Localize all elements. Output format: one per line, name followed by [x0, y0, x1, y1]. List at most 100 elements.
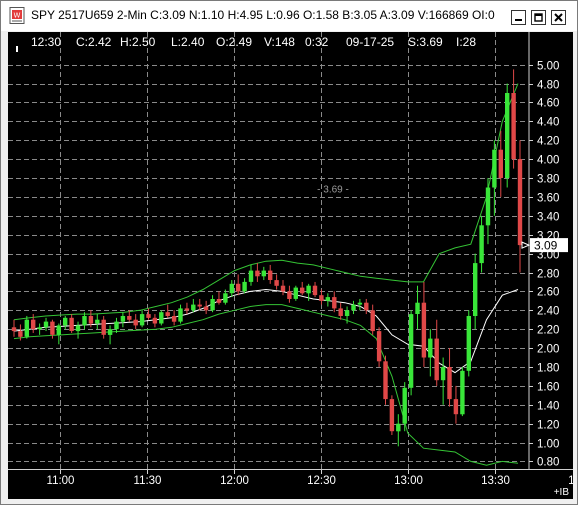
- candle-body: [133, 319, 138, 326]
- time-tick-label: 13:00: [394, 475, 423, 487]
- maximize-button[interactable]: [531, 10, 546, 25]
- average-line: [13, 288, 519, 374]
- candle-body: [63, 317, 68, 326]
- info-high: H:2.50: [120, 35, 156, 49]
- info-s-value: S:3.69: [408, 35, 443, 49]
- candle-body: [306, 285, 311, 294]
- last-price-label: 3.09: [534, 239, 558, 253]
- price-tick-label: 4.00: [537, 155, 559, 167]
- maximize-icon: [534, 13, 543, 22]
- candle-body: [210, 299, 215, 311]
- candle-body: [402, 387, 407, 424]
- candle-body: [43, 321, 49, 328]
- price-tick-label: 4.20: [537, 136, 559, 148]
- info-volume: V:148: [264, 35, 295, 49]
- last-price-arrow: [521, 241, 531, 249]
- candle-body: [261, 270, 266, 277]
- candle-body: [107, 329, 113, 335]
- candle-body: [203, 306, 209, 311]
- candle-body: [364, 302, 369, 311]
- candle-body: [300, 287, 305, 294]
- candle-body: [389, 399, 395, 432]
- candle-body: [165, 312, 170, 316]
- candle-body: [408, 314, 414, 388]
- candle-body: [357, 302, 363, 305]
- candle-body: [50, 321, 55, 335]
- price-chart[interactable]: 5.00 4.80 4.60 4.40 4.20 4.00 3.80 3.60 3.40 3.20…: [8, 32, 573, 499]
- price-tick-label: 1.80: [537, 363, 559, 375]
- candle-body: [197, 304, 202, 307]
- cursor-marker: [16, 46, 18, 52]
- candle-body: [88, 316, 94, 324]
- candle-body: [511, 93, 516, 160]
- price-tick-label: 3.40: [537, 212, 559, 224]
- candle-body: [325, 297, 330, 301]
- candle-body: [280, 285, 286, 292]
- candle-body: [517, 159, 523, 246]
- candle-body: [453, 399, 459, 415]
- price-tick-label: 1.40: [537, 401, 559, 413]
- candle-body: [101, 319, 106, 335]
- candle-body: [152, 317, 158, 324]
- candle-body: [376, 331, 382, 362]
- candle-body: [82, 316, 87, 326]
- info-i-value: I:28: [456, 35, 477, 49]
- svg-text:W: W: [14, 12, 21, 20]
- time-tick-label: 12:00: [220, 475, 249, 487]
- candle-body: [370, 310, 375, 332]
- candle-body: [383, 361, 388, 400]
- candle-body: [223, 293, 228, 303]
- axis-footer: +IB: [554, 487, 570, 498]
- price-tick-label: 1.00: [537, 439, 559, 451]
- candle-body: [69, 317, 74, 331]
- candle-body: [236, 283, 241, 292]
- candle-body: [460, 370, 465, 415]
- price-tick-label: 4.60: [537, 98, 559, 110]
- info-open: O:2.49: [216, 35, 253, 49]
- price-tick-label: 2.40: [537, 306, 559, 318]
- price-tick-label: 0.80: [537, 457, 559, 469]
- candle-body: [293, 287, 298, 299]
- candle-body: [191, 304, 196, 311]
- candle-body: [37, 327, 42, 330]
- candle-body: [146, 314, 151, 318]
- price-tick-label: 4.40: [537, 117, 559, 129]
- chart-canvas: 5.004.804.604.404.204.003.803.603.403.20…: [8, 32, 573, 498]
- candle-body: [428, 338, 433, 358]
- candle-body: [421, 302, 427, 358]
- close-icon: [554, 13, 563, 22]
- candle-body: [274, 280, 279, 286]
- time-tick-label: 12:30: [307, 475, 336, 487]
- candle-body: [56, 325, 61, 335]
- candle-body: [434, 338, 439, 381]
- info-close: C:2.42: [76, 35, 112, 49]
- price-tick-label: 4.80: [537, 80, 559, 92]
- candle-body: [95, 319, 100, 324]
- candle-body: [312, 285, 318, 296]
- data-window: 12:30 C:2.42 H:2.50 L:2.40 O:2.49 V:148 …: [8, 35, 573, 51]
- candle-body: [440, 367, 446, 381]
- candle-body: [31, 319, 36, 330]
- price-tick-label: 2.00: [537, 344, 559, 356]
- candle-body: [338, 308, 343, 316]
- candle-body: [184, 308, 190, 311]
- candle-body: [319, 295, 324, 301]
- close-button[interactable]: [551, 10, 566, 25]
- candle-body: [396, 423, 401, 432]
- info-low: L:2.40: [171, 35, 205, 49]
- upper-band-line: [13, 83, 519, 321]
- candle-body: [127, 316, 132, 320]
- chart-window: W SPY 2517U659 2-Min C:3.09 N:1.10 H:4.9…: [0, 0, 578, 505]
- candle-body: [159, 312, 164, 324]
- candle-body: [18, 331, 23, 337]
- minimize-button[interactable]: [511, 10, 526, 25]
- candle-body: [139, 314, 145, 326]
- candle-body: [11, 327, 17, 332]
- info-elapsed: 0:32: [305, 35, 329, 49]
- minimize-icon: [515, 19, 522, 21]
- price-tick-label: 1.60: [537, 382, 559, 394]
- candle-body: [178, 308, 183, 322]
- title-bar[interactable]: W SPY 2517U659 2-Min C:3.09 N:1.10 H:4.9…: [1, 1, 577, 31]
- candle-body: [216, 299, 222, 303]
- candle-body: [505, 93, 510, 178]
